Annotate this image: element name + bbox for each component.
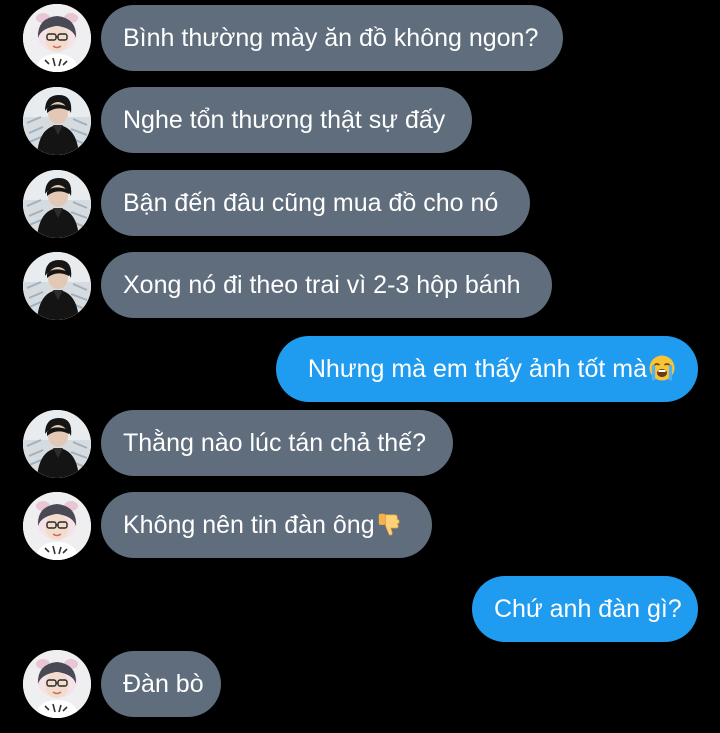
incoming-message-bubble[interactable]: Bình thường mày ăn đồ không ngon? bbox=[101, 5, 563, 71]
avatar[interactable] bbox=[23, 492, 91, 560]
outgoing-message-bubble[interactable]: Nhưng mà em thấy ảnh tốt mà bbox=[276, 336, 698, 402]
avatar[interactable] bbox=[23, 410, 91, 478]
avatar-image bbox=[23, 87, 91, 155]
message-text: Không nên tin đàn ông bbox=[123, 511, 375, 539]
avatar-image bbox=[23, 4, 91, 72]
message-text: Bận đến đâu cũng mua đồ cho nó bbox=[123, 189, 499, 217]
avatar-image bbox=[23, 492, 91, 560]
thumbs-down-icon bbox=[376, 511, 402, 537]
avatar-image bbox=[23, 650, 91, 718]
avatar-image bbox=[23, 252, 91, 320]
incoming-message-bubble[interactable]: Đàn bò bbox=[101, 651, 221, 717]
avatar-image bbox=[23, 170, 91, 238]
avatar[interactable] bbox=[23, 170, 91, 238]
incoming-message-bubble[interactable]: Nghe tổn thương thật sự đấy bbox=[101, 87, 472, 153]
message-text: Nhưng mà em thấy ảnh tốt mà bbox=[307, 355, 647, 383]
incoming-message-bubble[interactable]: Bận đến đâu cũng mua đồ cho nó bbox=[101, 170, 530, 236]
message-text: Thằng nào lúc tán chả thế? bbox=[123, 429, 427, 457]
incoming-message-bubble[interactable]: Không nên tin đàn ông bbox=[101, 492, 432, 558]
message-text: Xong nó đi theo trai vì 2-3 hộp bánh bbox=[123, 271, 521, 299]
message-text: Chứ anh đàn gì? bbox=[494, 595, 682, 623]
incoming-message-bubble[interactable]: Thằng nào lúc tán chả thế? bbox=[101, 410, 453, 476]
loudly-crying-face-icon bbox=[648, 354, 676, 382]
outgoing-message-bubble[interactable]: Chứ anh đàn gì? bbox=[472, 576, 698, 642]
message-text: Đàn bò bbox=[123, 670, 204, 698]
incoming-message-bubble[interactable]: Xong nó đi theo trai vì 2-3 hộp bánh bbox=[101, 252, 552, 318]
message-text: Bình thường mày ăn đồ không ngon? bbox=[123, 24, 539, 52]
avatar[interactable] bbox=[23, 650, 91, 718]
avatar[interactable] bbox=[23, 87, 91, 155]
message-text: Nghe tổn thương thật sự đấy bbox=[123, 106, 446, 134]
avatar[interactable] bbox=[23, 4, 91, 72]
avatar[interactable] bbox=[23, 252, 91, 320]
avatar-image bbox=[23, 410, 91, 478]
chat-thread: Bình thường mày ăn đồ không ngon? Nghe t… bbox=[0, 0, 720, 733]
